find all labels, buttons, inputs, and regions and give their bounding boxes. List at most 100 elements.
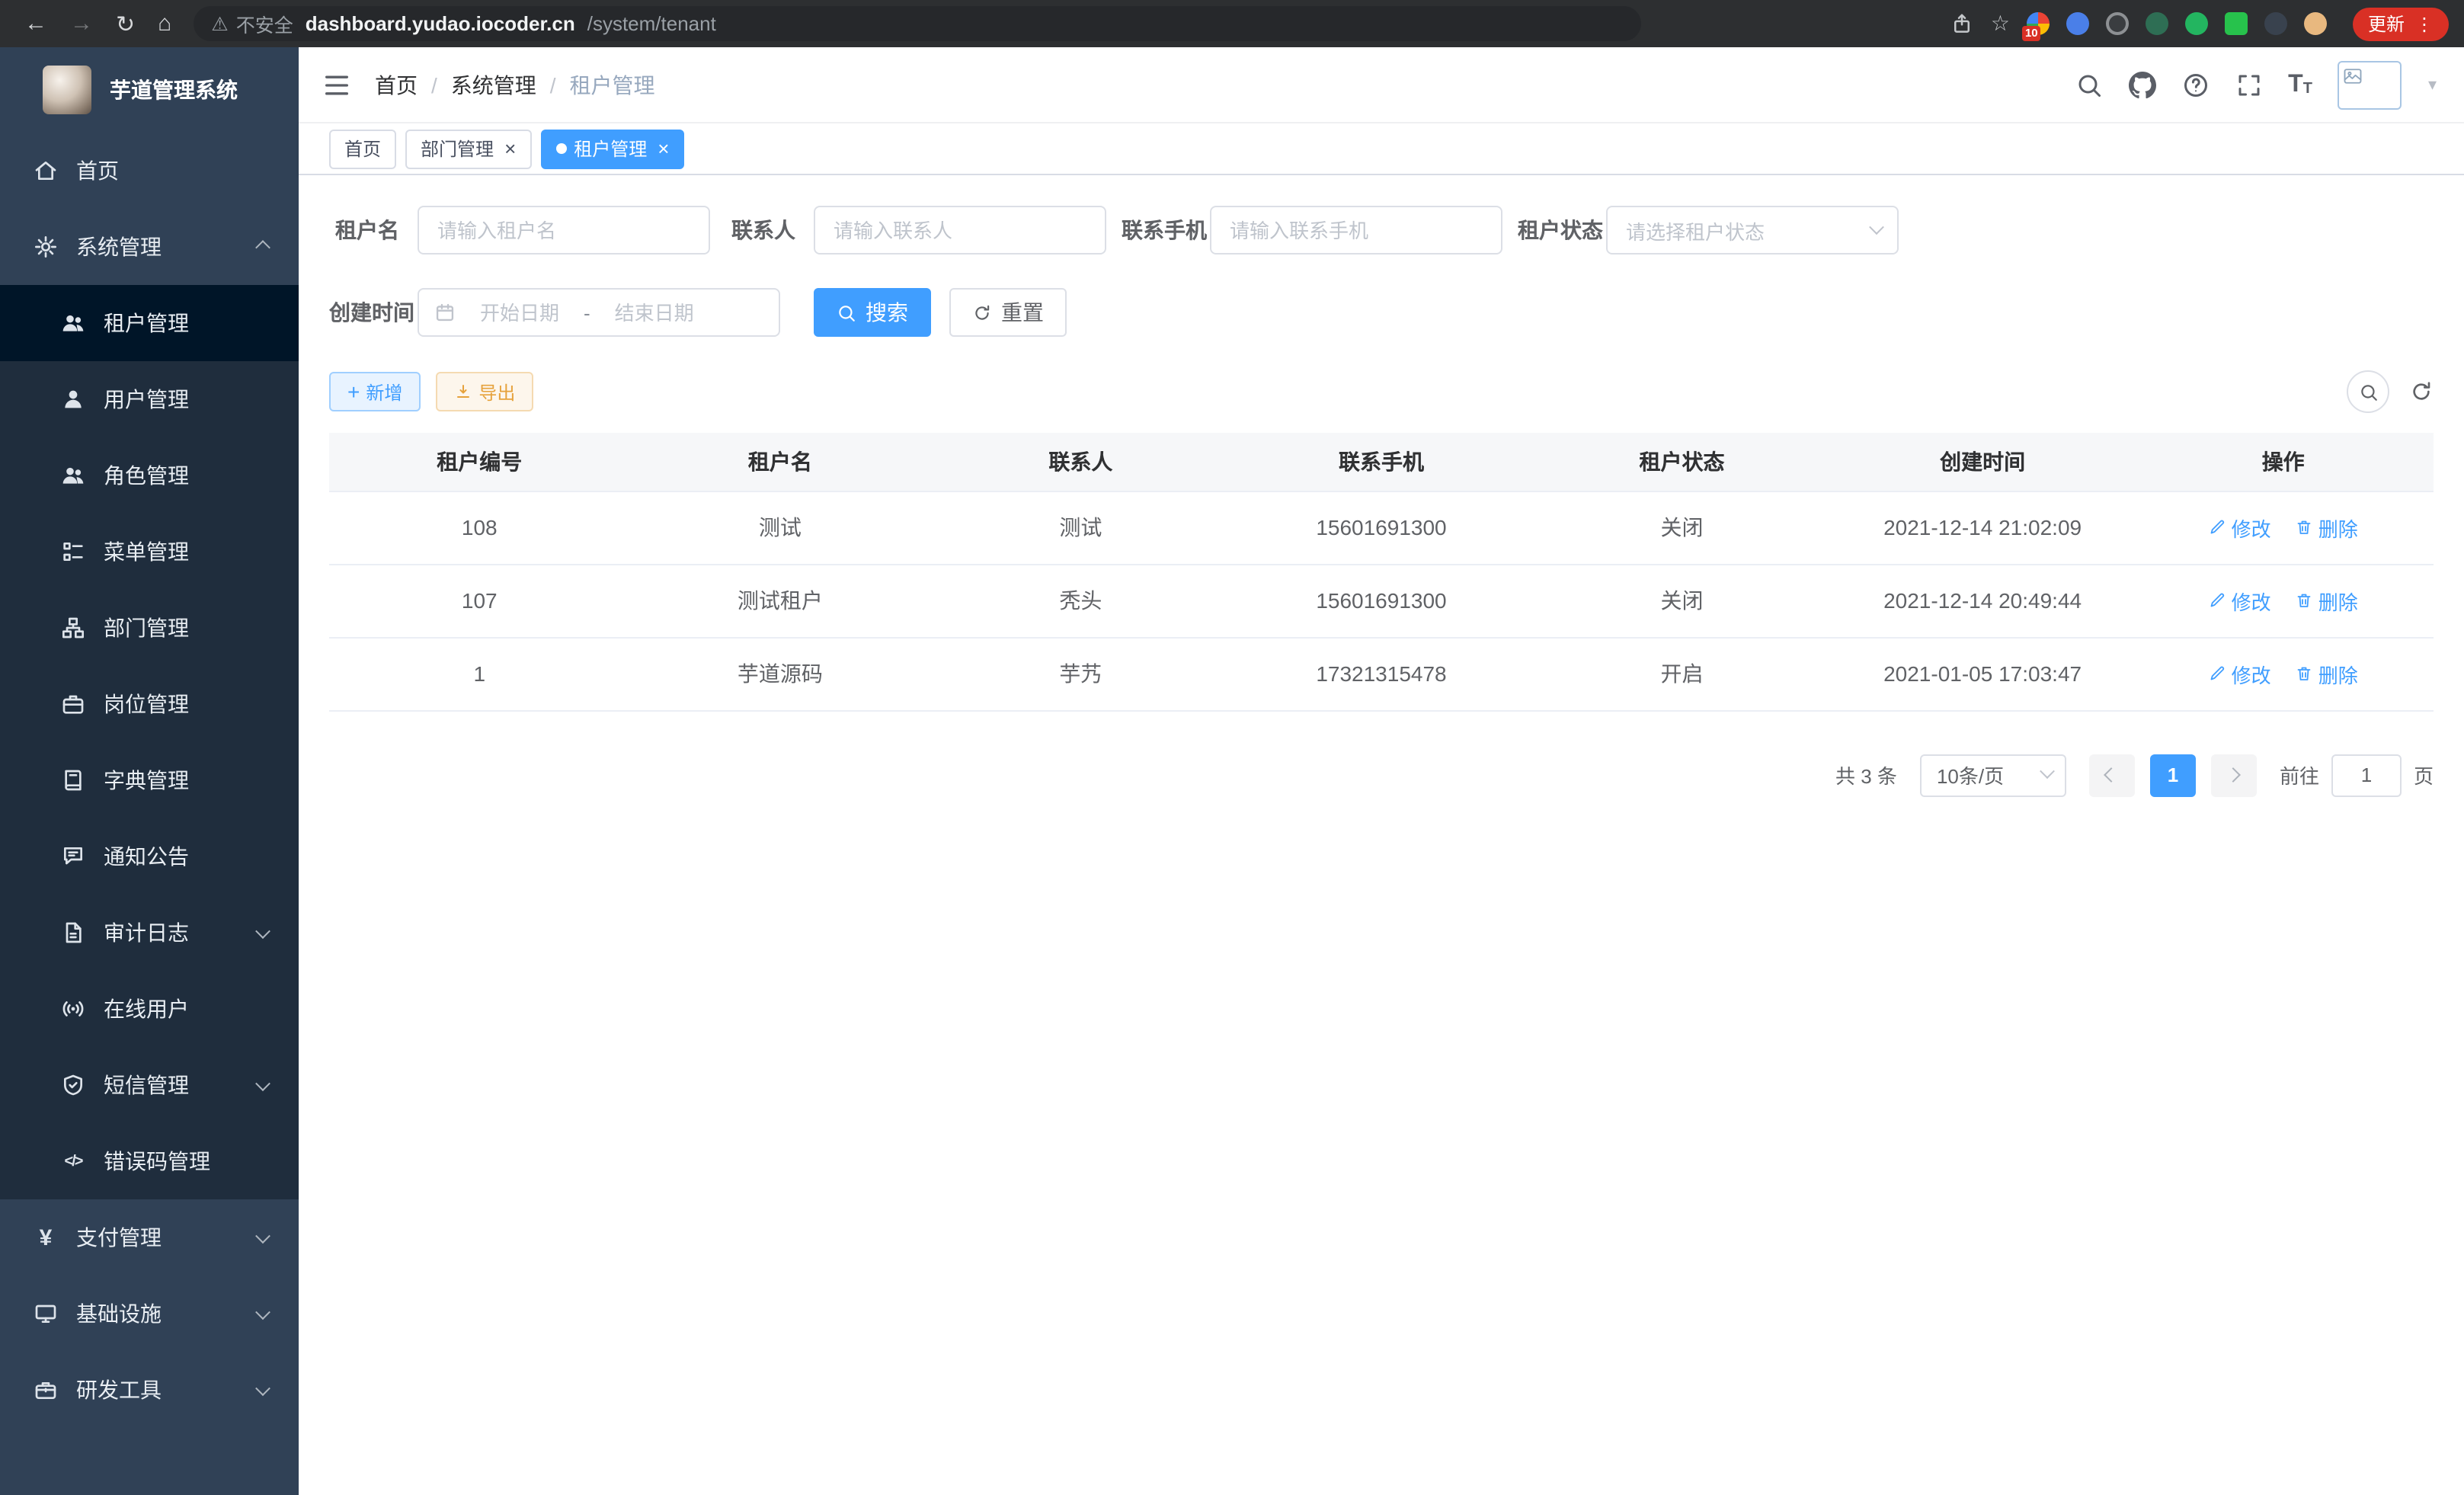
extension-icon[interactable] [2106, 12, 2129, 35]
sidebar-item-post[interactable]: 岗位管理 [0, 666, 299, 742]
sidebar-item-notice[interactable]: 通知公告 [0, 818, 299, 895]
tag-tenant[interactable]: 租户管理 × [540, 129, 684, 168]
fullscreen-icon[interactable] [2235, 71, 2262, 98]
tag-close-icon[interactable]: × [504, 139, 516, 158]
phone-input[interactable] [1210, 206, 1502, 255]
cell-contact: 芋艿 [930, 637, 1231, 710]
edit-icon [2209, 518, 2227, 536]
end-date-input[interactable] [597, 301, 712, 324]
delete-link[interactable]: 删除 [2296, 513, 2358, 542]
column-header: 联系人 [930, 433, 1231, 491]
help-icon[interactable] [2181, 71, 2209, 98]
edit-link[interactable]: 修改 [2209, 659, 2271, 688]
delete-link[interactable]: 删除 [2296, 659, 2358, 688]
sidebar-item-dept[interactable]: 部门管理 [0, 590, 299, 666]
sidebar-item-error-code[interactable]: </> 错误码管理 [0, 1123, 299, 1199]
breadcrumb-home[interactable]: 首页 [375, 69, 418, 100]
browser-home-icon[interactable]: ⌂ [158, 11, 171, 37]
extension-icon[interactable]: 10 [2027, 12, 2050, 35]
reset-button[interactable]: 重置 [949, 288, 1067, 337]
page-size-select[interactable]: 10条/页 [1920, 754, 2066, 796]
download-icon [454, 383, 472, 401]
cell-tenant-id: 1 [329, 637, 630, 710]
sidebar-item-pay[interactable]: ¥ 支付管理 [0, 1199, 299, 1276]
sidebar-item-infra[interactable]: 基础设施 [0, 1276, 299, 1352]
user-caret-down-icon[interactable]: ▾ [2428, 75, 2437, 94]
logo-avatar [43, 66, 91, 114]
sidebar-item-dev-tools[interactable]: 研发工具 [0, 1352, 299, 1428]
column-header: 联系手机 [1231, 433, 1532, 491]
shield-icon [61, 1073, 85, 1097]
browser-update-button[interactable]: 更新 ⋮ [2353, 7, 2449, 40]
extension-icon[interactable] [2185, 12, 2208, 35]
back-icon[interactable]: ← [24, 11, 47, 37]
extension-icon[interactable] [2264, 12, 2287, 35]
share-icon[interactable] [1951, 12, 1974, 35]
extension-icon[interactable] [2225, 12, 2248, 35]
prev-page-button[interactable] [2089, 754, 2135, 796]
column-header: 租户编号 [329, 433, 630, 491]
gear-icon [34, 235, 58, 259]
filter-phone: 联系手机 [1122, 206, 1502, 255]
sidebar-item-role[interactable]: 角色管理 [0, 437, 299, 514]
reload-icon[interactable]: ↻ [116, 10, 135, 37]
add-button[interactable]: + 新增 [329, 372, 421, 411]
tag-home[interactable]: 首页 [329, 129, 396, 168]
chevron-down-icon [255, 923, 270, 938]
delete-link[interactable]: 删除 [2296, 586, 2358, 615]
cell-phone: 17321315478 [1231, 637, 1532, 710]
edit-link[interactable]: 修改 [2209, 586, 2271, 615]
security-label[interactable]: 不安全 [236, 9, 293, 38]
toggle-search-button[interactable] [2347, 370, 2389, 413]
cell-status: 关闭 [1531, 564, 1832, 637]
tenant-name-input[interactable] [418, 206, 710, 255]
github-icon[interactable] [2128, 71, 2155, 98]
tenant-status-select[interactable]: 请选择租户状态 [1606, 206, 1899, 255]
extension-icon[interactable] [2066, 12, 2089, 35]
kebab-menu-icon[interactable]: ⋮ [2415, 13, 2434, 34]
signal-icon [61, 997, 85, 1021]
avatar[interactable] [2338, 60, 2402, 109]
contact-input[interactable] [814, 206, 1106, 255]
sidebar-item-sms[interactable]: 短信管理 [0, 1047, 299, 1123]
forward-icon[interactable]: → [70, 11, 93, 37]
search-icon [2358, 382, 2378, 402]
document-icon [61, 920, 85, 945]
column-header: 创建时间 [1832, 433, 2133, 491]
sidebar-item-system[interactable]: 系统管理 [0, 209, 299, 285]
refresh-table-button[interactable] [2409, 379, 2434, 404]
search-icon[interactable] [2075, 71, 2102, 98]
edit-link[interactable]: 修改 [2209, 513, 2271, 542]
create-time-range-picker[interactable]: - [418, 288, 780, 337]
address-bar[interactable]: ⚠ 不安全 dashboard.yudao.iocoder.cn/system/… [193, 6, 1640, 41]
sidebar-item-menu[interactable]: 菜单管理 [0, 514, 299, 590]
sidebar-item-online-user[interactable]: 在线用户 [0, 971, 299, 1047]
sidebar-item-tenant[interactable]: 租户管理 [0, 285, 299, 361]
goto-page-input[interactable] [2331, 754, 2402, 796]
start-date-input[interactable] [462, 301, 578, 324]
next-page-button[interactable] [2211, 754, 2257, 796]
extension-icon[interactable] [2146, 12, 2168, 35]
date-range-separator: - [584, 301, 590, 324]
extension-icon[interactable] [2304, 12, 2327, 35]
tag-close-icon[interactable]: × [658, 139, 669, 158]
sidebar-item-dict[interactable]: 字典管理 [0, 742, 299, 818]
chevron-down-icon [255, 1304, 270, 1319]
page-number-button[interactable]: 1 [2150, 754, 2196, 796]
cell-created: 2021-12-14 20:49:44 [1832, 564, 2133, 637]
goto-label: 前往 [2280, 760, 2319, 789]
font-size-icon[interactable]: TT [2288, 72, 2312, 97]
create-time-label: 创建时间 [329, 297, 418, 328]
search-button[interactable]: 搜索 [814, 288, 931, 337]
phone-label: 联系手机 [1122, 215, 1210, 245]
sidebar-item-home[interactable]: 首页 [0, 133, 299, 209]
export-button[interactable]: 导出 [436, 372, 533, 411]
cell-created: 2021-12-14 21:02:09 [1832, 491, 2133, 564]
tag-dept[interactable]: 部门管理 × [405, 129, 531, 168]
sidebar-item-user[interactable]: 用户管理 [0, 361, 299, 437]
sidebar-toggle-button[interactable] [299, 69, 375, 100]
top-navbar: 首页 / 系统管理 / 租户管理 TT ▾ [299, 47, 2464, 123]
filter-contact: 联系人 [725, 206, 1106, 255]
sidebar-item-audit-log[interactable]: 审计日志 [0, 895, 299, 971]
bookmark-star-icon[interactable]: ☆ [1991, 11, 2010, 37]
